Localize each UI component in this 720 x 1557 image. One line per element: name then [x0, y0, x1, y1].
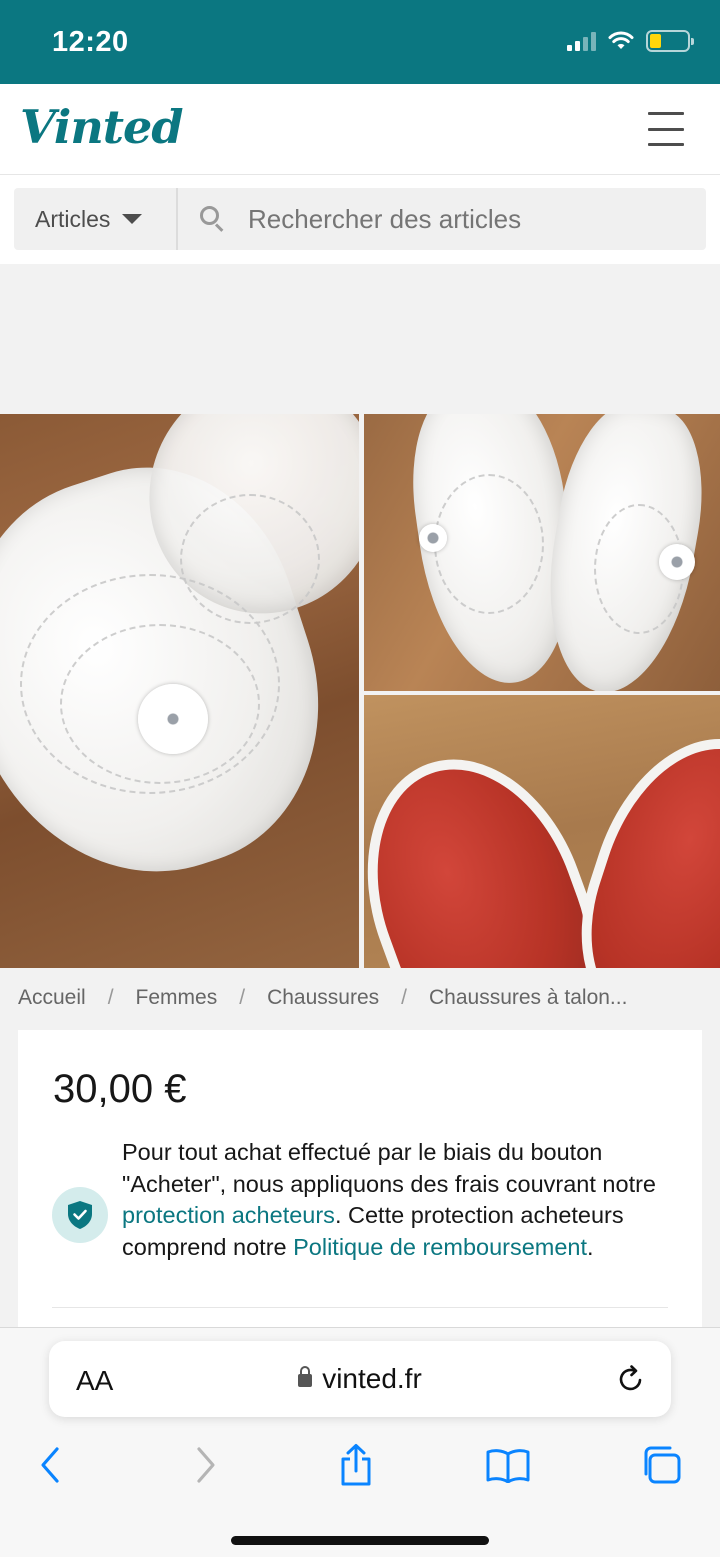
- breadcrumb-separator: /: [401, 986, 407, 1009]
- tabs-button[interactable]: [636, 1440, 686, 1490]
- lock-icon: [298, 1366, 313, 1387]
- book-icon: [486, 1449, 530, 1483]
- refund-policy-link[interactable]: Politique de remboursement: [293, 1234, 587, 1260]
- status-icons: [567, 30, 694, 52]
- search-box: Articles: [14, 188, 706, 250]
- protection-text-part: Pour tout achat effectué par le biais du…: [122, 1139, 656, 1197]
- battery-icon: [646, 30, 694, 52]
- price-card: 30,00 € Pour tout achat effectué par le …: [18, 1030, 702, 1330]
- chevron-right-icon: [197, 1447, 215, 1483]
- status-bar: 12:20: [0, 0, 720, 84]
- share-button[interactable]: [331, 1440, 381, 1490]
- tabs-icon: [644, 1446, 681, 1484]
- protection-text-part: .: [587, 1233, 594, 1260]
- address-bar[interactable]: AA vinted.fr: [49, 1341, 671, 1417]
- status-time: 12:20: [52, 26, 129, 58]
- browser-toolbar: [0, 1432, 720, 1492]
- category-select-label: Articles: [35, 205, 111, 232]
- forward-button[interactable]: [181, 1440, 231, 1490]
- category-select[interactable]: Articles: [14, 188, 178, 250]
- buyer-protection-text: Pour tout achat effectué par le biais du…: [122, 1137, 682, 1263]
- home-indicator: [231, 1536, 489, 1545]
- url-text: vinted.fr: [322, 1363, 422, 1394]
- search-input[interactable]: [248, 203, 688, 235]
- breadcrumb-item-femmes[interactable]: Femmes: [136, 986, 218, 1010]
- bookmarks-button[interactable]: [483, 1440, 533, 1490]
- wifi-icon: [608, 31, 634, 49]
- product-price: 30,00 €: [53, 1067, 187, 1111]
- gallery-spacer: [0, 264, 720, 414]
- caret-down-icon: [122, 214, 143, 224]
- search-icon: [200, 206, 226, 232]
- safari-bottom-bar: AA vinted.fr: [0, 1327, 720, 1557]
- search-area: Articles: [0, 175, 720, 264]
- breadcrumb-separator: /: [107, 986, 114, 1009]
- hamburger-menu-icon[interactable]: [648, 112, 684, 146]
- vinted-logo[interactable]: Vinted: [20, 100, 183, 154]
- reload-icon[interactable]: [615, 1363, 647, 1395]
- share-icon: [341, 1444, 371, 1486]
- product-photo-2[interactable]: [364, 414, 720, 691]
- back-button[interactable]: [25, 1440, 75, 1490]
- url-display[interactable]: vinted.fr: [49, 1363, 671, 1395]
- divider: [52, 1307, 668, 1308]
- shield-check-icon: [52, 1187, 108, 1243]
- cellular-signal-icon: [567, 31, 596, 51]
- chevron-left-icon: [41, 1447, 59, 1483]
- buyer-protection-link[interactable]: protection acheteurs: [122, 1202, 335, 1228]
- site-header: Vinted: [0, 84, 720, 175]
- breadcrumb-item-chaussures[interactable]: Chaussures: [267, 986, 379, 1010]
- breadcrumb-item-chaussures-a-talon[interactable]: Chaussures à talon...: [429, 986, 627, 1010]
- product-photo-3[interactable]: [364, 695, 720, 968]
- product-photo-main[interactable]: [0, 414, 359, 968]
- breadcrumb: Accueil / Femmes / Chaussures / Chaussur…: [18, 986, 627, 1010]
- breadcrumb-item-accueil[interactable]: Accueil: [18, 986, 86, 1010]
- breadcrumb-separator: /: [239, 986, 246, 1009]
